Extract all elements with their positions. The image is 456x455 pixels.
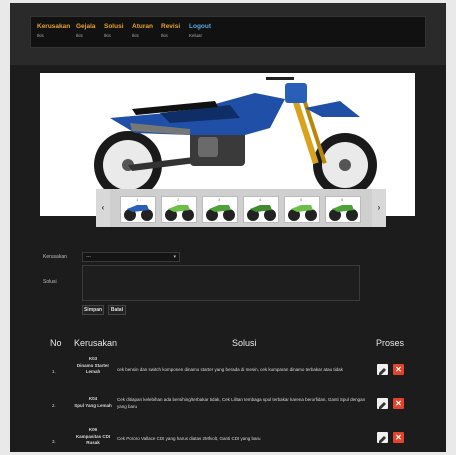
thumbnail-number: 1 [136, 197, 139, 202]
nav-item-revisi[interactable]: Revisi Ikis [161, 23, 180, 38]
thumbnail-number: 3 [218, 197, 221, 202]
nav-item-gejala[interactable]: Gejala Ikis [76, 23, 96, 38]
edit-icon[interactable] [377, 398, 388, 409]
nav-sublabel: Ikis [132, 33, 139, 38]
nav-sublabel: Ikis [76, 33, 83, 38]
nav-label: Aturan [132, 23, 153, 30]
edit-icon[interactable] [377, 364, 388, 375]
col-header-solusi: Solusi [232, 338, 257, 348]
col-header-no: No [50, 338, 62, 348]
kerusakan-select-value: --- [86, 254, 91, 260]
thumbnail-number: 6 [341, 197, 344, 202]
solusi-label: Solusi [43, 279, 57, 285]
batal-button[interactable]: Batal [108, 305, 126, 315]
gallery-thumbnail[interactable]: 2 [161, 196, 197, 223]
pencil-icon [379, 436, 386, 443]
chevron-down-icon: ▾ [173, 254, 176, 260]
simpan-button[interactable]: Simpan [82, 305, 104, 315]
kerusakan-select[interactable]: --- ▾ [82, 252, 180, 262]
row-number: 3. [52, 439, 56, 444]
kerusakan-cell: K04 Spul Yang Lemah [70, 396, 116, 409]
nav-item-aturan[interactable]: Aturan Ikis [132, 23, 153, 38]
nav-label: Kerusakan [37, 23, 71, 30]
solusi-cell: cek bensin dan switch komponen dinamo st… [117, 367, 343, 372]
gallery-thumbnail[interactable]: 5 [284, 196, 320, 223]
col-header-kerusakan: Kerusakan [74, 338, 118, 348]
col-header-proses: Proses [376, 338, 405, 348]
nav-sublabel: Keluar [189, 33, 203, 38]
nav-sublabel: Ikis [161, 33, 168, 38]
thumbnail-number: 4 [259, 197, 262, 202]
pencil-icon [379, 368, 386, 375]
row-number: 1. [52, 369, 56, 374]
delete-icon[interactable]: ✕ [393, 364, 404, 375]
gallery-thumbnail[interactable]: 1 [120, 196, 156, 223]
nav-label: Solusi [104, 23, 124, 30]
delete-icon[interactable]: ✕ [393, 432, 404, 443]
app-frame: Kerusakan Ikis Gejala Ikis Solusi Ikis A… [10, 3, 446, 452]
nav-sublabel: Ikis [104, 33, 111, 38]
delete-icon[interactable]: ✕ [393, 398, 404, 409]
kerusakan-cell: K03 Dinamo Starter Lemah [72, 356, 114, 376]
kerusakan-name: Kampasitas CDI Rusak [75, 433, 111, 446]
nav-sublabel: Ikis [37, 33, 44, 38]
gallery-thumbnail[interactable]: 6 [325, 196, 361, 223]
nav-item-logout[interactable]: Logout Keluar [189, 23, 211, 38]
gallery-thumbnail[interactable]: 3 [202, 196, 238, 223]
solusi-textarea[interactable] [82, 265, 360, 301]
nav-item-solusi[interactable]: Solusi Ikis [104, 23, 124, 38]
thumbnail-number: 5 [300, 197, 303, 202]
kerusakan-name: Dinamo Starter Lemah [76, 362, 110, 375]
solusi-cell: Cek Pororo Vallace CDI yang harus diatas… [117, 436, 261, 441]
gallery-thumbnail[interactable]: 4 [243, 196, 279, 223]
row-number: 2. [52, 403, 56, 408]
solusi-cell: Cek ditiapan kelebihan ada bersihing/ter… [117, 397, 366, 409]
main-nav: Kerusakan Ikis Gejala Ikis Solusi Ikis A… [30, 16, 426, 48]
nav-item-kerusakan[interactable]: Kerusakan Ikis [37, 23, 70, 38]
thumbnail-number: 2 [177, 197, 180, 202]
pencil-icon [379, 402, 386, 409]
gallery-thumbstrip: ‹ 1 2 3 4 5 6 › [96, 189, 386, 227]
nav-label: Gejala [76, 23, 96, 30]
kerusakan-label: Kerusakan [43, 254, 67, 260]
edit-icon[interactable] [377, 432, 388, 443]
kerusakan-name: Spul Yang Lemah [74, 402, 112, 408]
kerusakan-cell: K06 Kampasitas CDI Rusak [70, 427, 116, 447]
nav-label: Logout [189, 23, 212, 30]
gallery-prev-button[interactable]: ‹ [96, 189, 110, 227]
nav-label: Revisi [161, 23, 181, 30]
gallery-next-button[interactable]: › [372, 189, 386, 227]
